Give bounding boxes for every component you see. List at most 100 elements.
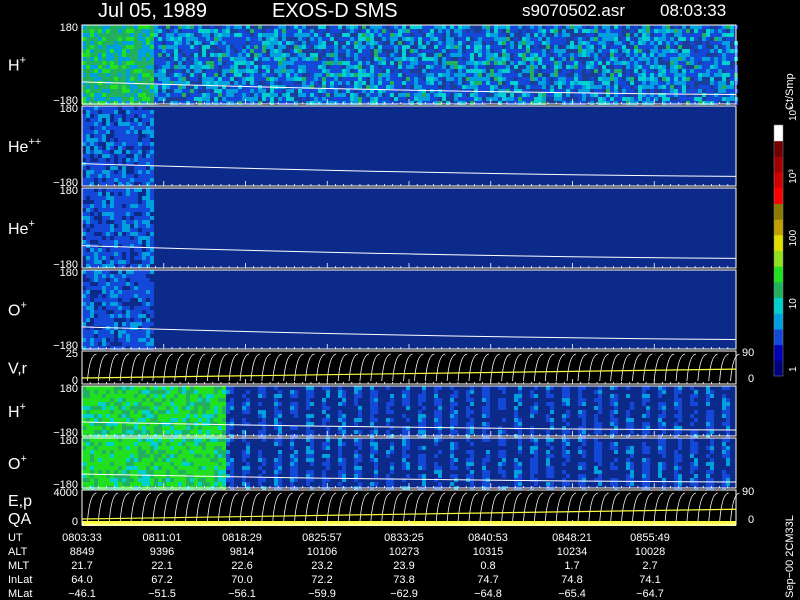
spectrogram-cell [218,398,222,402]
spectrogram-cell [202,406,206,410]
spectrogram-cell [186,37,190,41]
spectrogram-cell [86,158,90,162]
spectrogram-cell [646,73,650,77]
spectrogram-cell [614,25,618,29]
spectrogram-cell [558,97,562,101]
spectrogram-cell [398,45,402,49]
spectrogram-cell [642,77,646,81]
spectrogram-cell [130,134,134,138]
spectrogram-cell [118,73,122,77]
spectrogram-cell [142,326,146,330]
spectrogram-cell [522,37,526,41]
spectrogram-cell [450,422,454,426]
spectrogram-cell [134,85,138,89]
spectrogram-cell [382,97,386,101]
spectrogram-cell [142,282,146,286]
spectrogram-cell [582,49,586,53]
spectrogram-cell [98,93,102,97]
spectrogram-cell [642,89,646,93]
spectrogram-cell [98,314,102,318]
spectrogram-cell [134,150,138,154]
spectrogram-cell [482,386,486,390]
spectrogram-cell [158,386,162,390]
spectrogram-cell [166,45,170,49]
spectrogram-cell [726,73,730,77]
spectrogram-cell [94,390,98,394]
spectrogram-cell [522,41,526,45]
spectrogram-cell [302,77,306,81]
spectrogram-cell [226,45,230,49]
spectrogram-cell [662,29,666,33]
spectrogram-cell [378,45,382,49]
spectrogram-cell [406,398,410,402]
spectrogram-cell [114,134,118,138]
spectrogram-cell [122,174,126,178]
spectrogram-cell [634,73,638,77]
spectrogram-cell [82,61,86,65]
spectrogram-cell [614,97,618,101]
spectrogram-cell [354,65,358,69]
spectrogram-cell [138,236,142,240]
spectrogram-cell [114,248,118,252]
spectrogram-cell [306,89,310,93]
spectrogram-cell [682,25,686,29]
spectrogram-cell [274,81,278,85]
spectrogram-cell [578,81,582,85]
spectrogram-cell [422,97,426,101]
spectrogram-cell [578,97,582,101]
spectrogram-cell [390,77,394,81]
spectrogram-cell [106,418,110,422]
spectrogram-cell [562,97,566,101]
spectrogram-cell [486,414,490,418]
spectrogram-cell [662,25,666,29]
spectrogram-cell [706,69,710,73]
spectrogram-cell [102,45,106,49]
spectrogram-cell [394,57,398,61]
spectrogram-cell [730,89,734,93]
spectrogram-cell [666,85,670,89]
spectrogram-cell [558,57,562,61]
spectrogram-cell [98,236,102,240]
spectrogram-cell [334,25,338,29]
spectrogram-cell [614,49,618,53]
spectrogram-cell [138,322,142,326]
spectrogram-cell [710,65,714,69]
spectrogram-cell [466,390,470,394]
spectrogram-cell [262,57,266,61]
spectrogram-cell [346,33,350,37]
spectrogram-cell [242,69,246,73]
spectrogram-cell [82,65,86,69]
spectrogram-cell [98,204,102,208]
spectrogram-cell [122,278,126,282]
spectrogram-cell [158,53,162,57]
spectrogram-cell [718,49,722,53]
spectrogram-cell [130,410,134,414]
spectrogram-cell [98,85,102,89]
spectrogram-cell [494,29,498,33]
spectrogram-cell [494,45,498,49]
spectrogram-cell [478,57,482,61]
spectrogram-cell [226,69,230,73]
spectrogram-cell [142,204,146,208]
spectrogram-cell [634,33,638,37]
spectrogram-cell [646,386,650,390]
spectrogram-cell [514,49,518,53]
spectrogram-cell [110,77,114,81]
spectrogram-cell [226,25,230,29]
spectrogram-cell [626,61,630,65]
spectrogram-cell [150,192,154,196]
spectrogram-cell [558,73,562,77]
spectrogram-cell [566,398,570,402]
spectrogram-cell [430,97,434,101]
spectrogram-cell [126,334,130,338]
spectrogram-cell [370,77,374,81]
spectrogram-cell [246,402,250,406]
species-label: He+ [8,218,35,238]
spectrogram-cell [86,138,90,142]
spectrogram-cell [134,97,138,101]
spectrogram-cell [126,430,130,434]
spectrogram-cell [602,37,606,41]
spectrogram-cell [146,196,150,200]
spectrogram-cell [226,402,230,406]
spectrogram-cell [118,264,122,268]
